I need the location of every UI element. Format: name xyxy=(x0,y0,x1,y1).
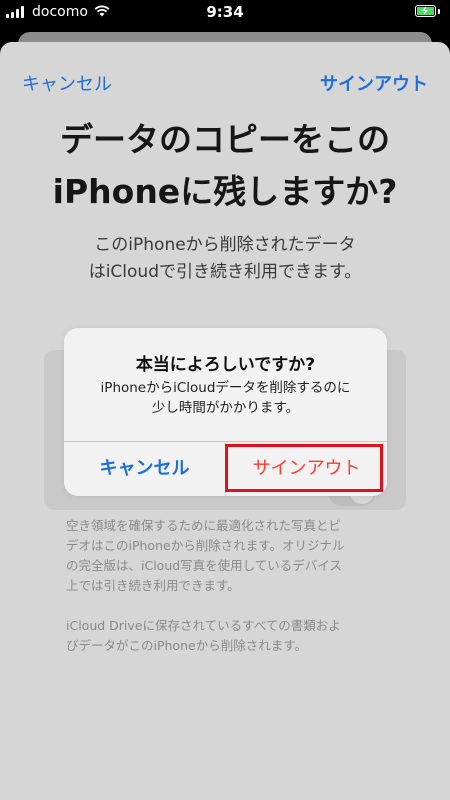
alert-message-line1: iPhoneからiCloudデータを削除するのに xyxy=(100,380,351,396)
battery-tip xyxy=(438,9,440,14)
photos-footnote: 空き領域を確保するために最適化された写真とビ デオはこのiPhoneから削除され… xyxy=(66,516,420,596)
page-subtitle-line2: はiCloudで引き続き利用できます。 xyxy=(88,262,362,282)
charging-bolt-icon xyxy=(422,6,428,15)
battery-icon xyxy=(415,5,436,17)
page-subtitle-line1: このiPhoneから削除されたデータ xyxy=(94,235,356,255)
nav-signout-button[interactable]: サインアウト xyxy=(320,70,428,96)
nav-cancel-button[interactable]: キャンセル xyxy=(22,70,112,96)
alert-message: iPhoneからiCloudデータを削除するのに 少し時間がかかります。 xyxy=(82,378,369,418)
page-title-line1: データのコピーをこの xyxy=(60,120,390,159)
alert-title: 本当によろしいですか? xyxy=(135,355,316,375)
signout-highlight-box xyxy=(225,444,383,492)
icloud-drive-footnote-line2: びデータがこのiPhoneから削除されます。 xyxy=(66,638,307,653)
page-title: データのコピーをこの iPhoneに残しますか? xyxy=(10,114,440,218)
alert-cancel-button[interactable]: キャンセル xyxy=(64,441,225,496)
photos-footnote-line2: デオはこのiPhoneから削除されます。オリジナル xyxy=(66,538,345,553)
status-bar: docomo 9:34 xyxy=(0,0,450,24)
alert-message-line2: 少し時間がかかります。 xyxy=(151,400,300,416)
clock: 9:34 xyxy=(206,3,244,21)
page-title-line2: iPhoneに残しますか? xyxy=(52,172,398,211)
icloud-drive-footnote: iCloud Driveに保存されているすべての書類およ びデータがこのiPho… xyxy=(66,616,420,656)
icloud-drive-footnote-line1: iCloud Driveに保存されているすべての書類およ xyxy=(66,618,341,633)
page-subtitle: このiPhoneから削除されたデータ はiCloudで引き続き利用できます。 xyxy=(20,232,430,286)
photos-footnote-line1: 空き領域を確保するために最適化された写真とビ xyxy=(66,518,342,533)
photos-footnote-line4: 上では引き続き利用できます。 xyxy=(66,578,240,593)
photos-footnote-line3: の完全版は、iCloud写真を使用しているデバイス xyxy=(66,558,342,573)
